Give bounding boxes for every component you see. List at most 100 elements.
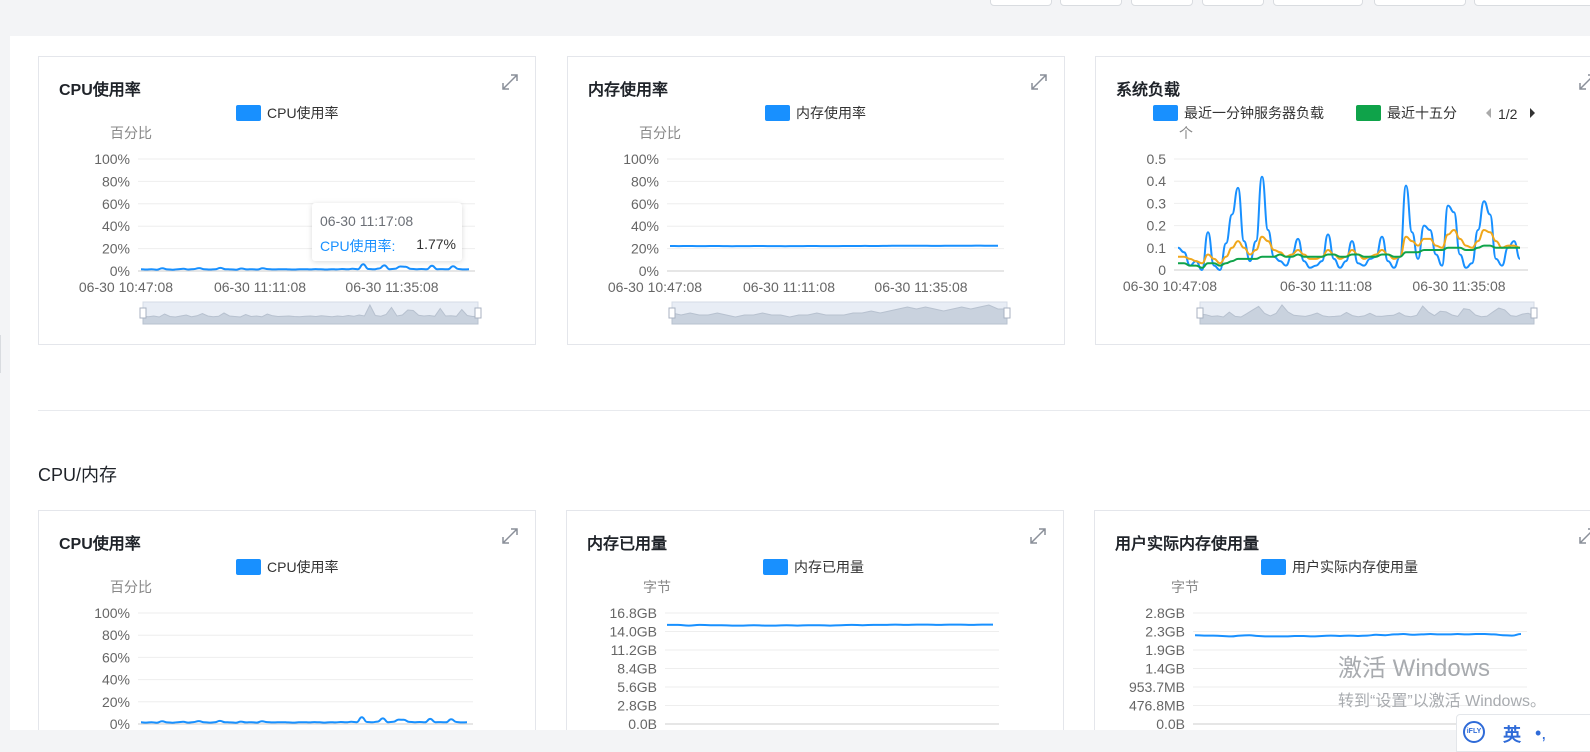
legend-swatch[interactable] — [1356, 105, 1381, 121]
toolbar-button-6[interactable] — [1374, 0, 1466, 6]
legend-page-indicator: 1/2 — [1498, 106, 1518, 122]
x-tick-label: 06-30 11:35:08 — [345, 279, 438, 295]
watermark-subtitle: 转到“设置”以激活 Windows。 — [1338, 693, 1547, 710]
zoom-handle[interactable] — [139, 307, 147, 319]
memory-used-chart[interactable]: 内存已用量字节0.0B2.8GB5.6GB8.4GB11.2GB14.0GB16… — [567, 511, 1065, 751]
zoom-handle[interactable] — [1003, 307, 1011, 319]
toolbar-button-4[interactable] — [1202, 0, 1264, 6]
y-tick-label: 0% — [110, 263, 130, 279]
zoom-handle[interactable] — [474, 307, 482, 319]
card-cpu-usage-2: CPU使用率 CPU使用率 百分比 0% 20% 40% 60% 80% 100% — [38, 510, 536, 750]
toolbar-button-1[interactable] — [990, 0, 1052, 6]
y-tick-label: 2.8GB — [1145, 605, 1185, 621]
y-tick-label: 476.8MB — [1129, 698, 1185, 714]
y-tick-label: 0.2 — [1147, 218, 1167, 234]
y-tick-label: 5.6GB — [617, 679, 657, 695]
watermark-title: 激活 Windows — [1338, 655, 1491, 682]
y-axis-title: 字节 — [643, 579, 671, 595]
legend-swatch[interactable] — [1153, 105, 1178, 121]
y-tick-label: 80% — [631, 173, 659, 189]
memory-usage-chart[interactable]: 内存使用率百分比 0% 20% 40% 60% 80% 100% 06-30 10:47:08… — [568, 57, 1066, 346]
y-axis-title: 个 — [1179, 125, 1193, 141]
legend-swatch[interactable] — [765, 105, 790, 121]
ime-language-toggle[interactable]: 英 — [1503, 721, 1521, 747]
y-tick-label: 2.8GB — [617, 698, 657, 714]
y-tick-label: 20% — [631, 241, 659, 257]
sidebar-collapse-handle[interactable] — [0, 335, 5, 373]
y-tick-label: 16.8GB — [610, 605, 657, 621]
series-line[interactable] — [666, 623, 994, 627]
legend-swatch[interactable] — [763, 559, 788, 575]
x-tick-label: 06-30 11:11:08 — [743, 279, 835, 295]
series-line[interactable] — [669, 244, 998, 248]
x-tick-label: 06-30 11:11:08 — [1280, 278, 1372, 294]
y-tick-label: 40% — [102, 672, 130, 688]
y-tick-label: 100% — [94, 605, 130, 621]
y-tick-label: 80% — [102, 627, 130, 643]
cpu-usage-chart-2[interactable]: CPU使用率百分比0%20%40%60%80%100% — [39, 511, 537, 751]
legend-swatch[interactable] — [236, 105, 261, 121]
y-tick-label: 20% — [102, 241, 130, 257]
legend-prev-icon[interactable] — [1486, 108, 1491, 118]
tooltip-value: 1.77% — [416, 236, 456, 252]
system-load-chart[interactable]: 最近一分钟服务器负载 最近十五分 1/2 个 0 0.1 0.2 0.3 0.4 0.5 06-30… — [1096, 57, 1590, 346]
toolbar-button-3[interactable] — [1131, 0, 1193, 6]
y-tick-label: 60% — [102, 196, 130, 212]
y-tick-label: 100% — [623, 151, 659, 167]
y-tick-label: 40% — [102, 218, 130, 234]
y-tick-label: 14.0GB — [610, 624, 657, 640]
y-axis-title: 百分比 — [110, 579, 152, 595]
y-tick-label: 2.3GB — [1145, 624, 1185, 640]
y-tick-label: 60% — [631, 196, 659, 212]
y-tick-label: 1.4GB — [1145, 661, 1185, 677]
legend-label[interactable]: 内存使用率 — [796, 105, 866, 121]
zoom-handle[interactable] — [1530, 307, 1538, 319]
toolbar-button-5[interactable] — [1273, 0, 1363, 6]
y-tick-label: 1.9GB — [1145, 642, 1185, 658]
y-tick-label: 0% — [639, 263, 659, 279]
x-tick-label: 06-30 11:11:08 — [214, 279, 306, 295]
ime-punctuation-icon[interactable]: •, — [1535, 723, 1546, 744]
ime-toolbar[interactable]: iFLY 英 •, — [1456, 714, 1590, 752]
legend-label[interactable]: 最近一分钟服务器负载 — [1184, 105, 1324, 121]
legend-label[interactable]: 内存已用量 — [794, 559, 864, 575]
y-tick-label: 0.1 — [1147, 240, 1167, 256]
toolbar-button-2[interactable] — [1060, 0, 1122, 6]
legend-label[interactable]: CPU使用率 — [267, 559, 339, 575]
y-tick-label: 60% — [102, 649, 130, 665]
series-line[interactable] — [140, 263, 470, 271]
ifly-logo-icon: iFLY — [1463, 721, 1485, 743]
legend-label[interactable]: CPU使用率 — [267, 105, 339, 121]
y-tick-label: 100% — [94, 151, 130, 167]
x-tick-label: 06-30 10:47:08 — [79, 279, 173, 295]
zoom-handle[interactable] — [1196, 307, 1204, 319]
zoom-handle[interactable] — [668, 307, 676, 319]
chart-tooltip: 06-30 11:17:08 CPU使用率: 1.77% — [312, 203, 462, 261]
y-tick-label: 0.5 — [1147, 151, 1167, 167]
tooltip-time: 06-30 11:17:08 — [320, 213, 414, 229]
x-tick-label: 06-30 10:47:08 — [608, 279, 702, 295]
tooltip-series-label: CPU使用率: — [320, 238, 396, 254]
section-divider — [38, 410, 1590, 411]
x-tick-label: 06-30 11:35:08 — [874, 279, 967, 295]
y-tick-label: 11.2GB — [611, 642, 657, 658]
bottom-bar — [0, 730, 1590, 750]
series-line[interactable] — [1194, 632, 1522, 638]
x-tick-label: 06-30 11:35:08 — [1412, 278, 1505, 294]
y-tick-label: 20% — [102, 694, 130, 710]
y-tick-label: 953.7MB — [1129, 679, 1185, 695]
legend-label[interactable]: 用户实际内存使用量 — [1292, 559, 1418, 575]
series-line[interactable] — [140, 716, 468, 724]
cpu-usage-chart[interactable]: CPU使用率百分比 0% 20% 40% 60% 80% 100% 06-30 10:47:0… — [39, 57, 537, 346]
top-toolbar — [0, 0, 1590, 14]
windows-activation-watermark: 激活 Windows 转到“设置”以激活 Windows。 — [1338, 648, 1546, 711]
card-system-load: 系统负载 最近一分钟服务器负载 最近十五分 1/2 个 0 0.1 0.2 0.3 0.4 0.5… — [1095, 56, 1590, 345]
toolbar-button-7[interactable] — [1474, 0, 1590, 6]
legend-swatch[interactable] — [1261, 559, 1286, 575]
y-tick-label: 0 — [1158, 262, 1166, 278]
card-cpu-usage: CPU使用率 CPU使用率 百分比 0% 20% 40% 60% 80% 100% 06-30 … — [38, 56, 536, 345]
legend-swatch[interactable] — [236, 559, 261, 575]
legend-next-icon[interactable] — [1530, 108, 1535, 118]
y-axis-title: 百分比 — [639, 125, 681, 141]
legend-label[interactable]: 最近十五分 — [1387, 105, 1457, 121]
